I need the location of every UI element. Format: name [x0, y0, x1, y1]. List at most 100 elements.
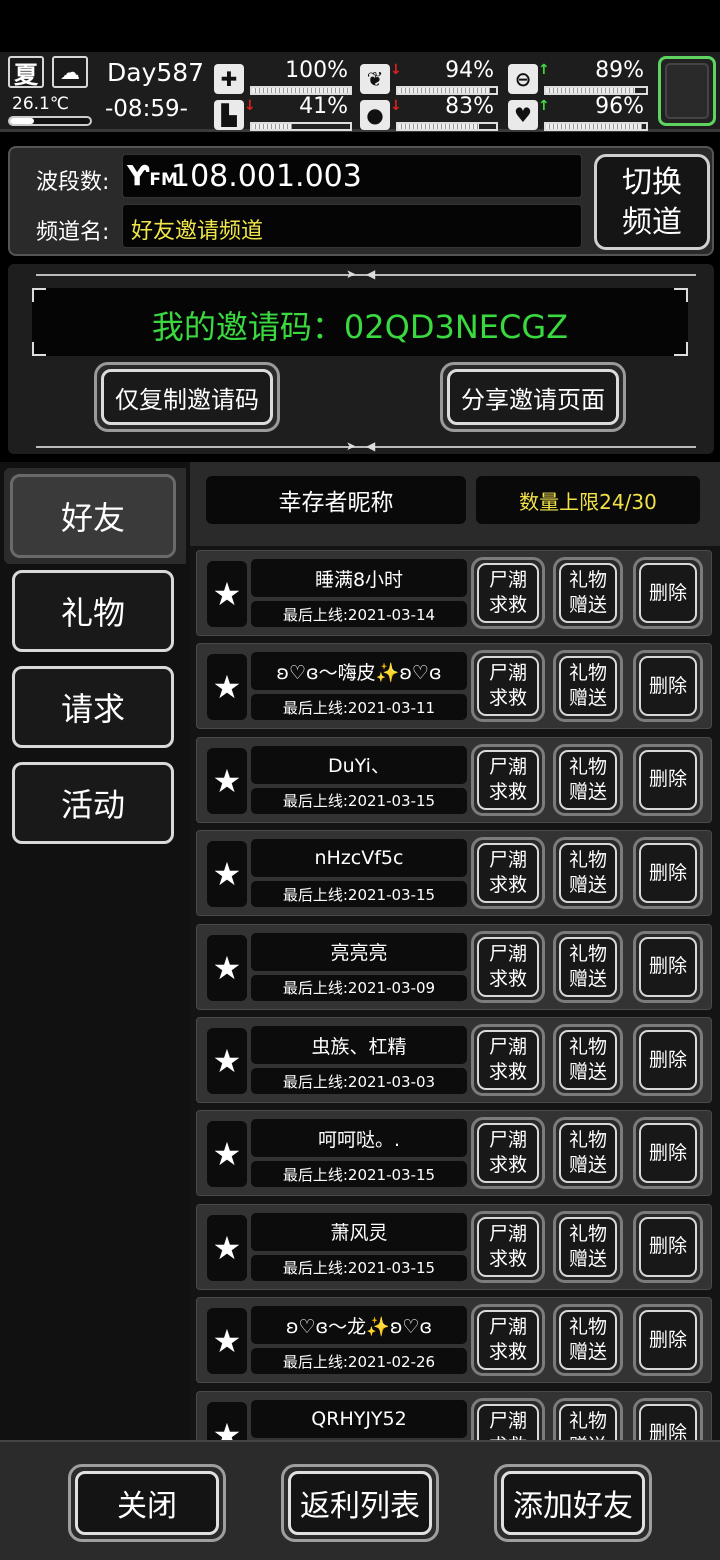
day-counter: Day587 [107, 58, 205, 87]
rebate-list-button[interactable]: 返利列表 [281, 1464, 439, 1542]
stat-bar [396, 122, 498, 131]
share-invite-page-button[interactable]: 分享邀请页面 [440, 362, 626, 432]
send-gift-button[interactable]: 礼物 赠送 [553, 1117, 623, 1190]
zombie-rescue-button[interactable]: 尸潮 求救 [471, 837, 545, 910]
send-gift-button[interactable]: 礼物 赠送 [553, 1397, 623, 1440]
stat-value: 100% [285, 58, 348, 83]
star-icon[interactable]: ★ [207, 1028, 247, 1094]
star-icon[interactable]: ★ [207, 1308, 247, 1375]
send-gift-button[interactable]: 礼物 赠送 [553, 557, 623, 629]
frequency-value: 108.001.003 [171, 159, 362, 194]
switch-channel-button[interactable]: 切换 频道 [594, 154, 710, 250]
zombie-rescue-button[interactable]: 尸潮 求救 [471, 1397, 545, 1440]
stat-value: 96% [595, 94, 644, 119]
friend-row: ★ 睡满8小时 最后上线:2021-03-14 尸潮 求救 礼物 赠送 删除 [196, 550, 712, 636]
friend-last-online: 最后上线:2021-03-03 [251, 1068, 467, 1094]
delete-friend-button[interactable]: 删除 [633, 1117, 703, 1190]
delete-friend-button[interactable]: 删除 [633, 1304, 703, 1377]
heart-icon: ♥ [508, 100, 538, 130]
zombie-rescue-button[interactable]: 尸潮 求救 [471, 557, 545, 629]
zombie-rescue-button[interactable]: 尸潮 求救 [471, 1024, 545, 1096]
star-icon[interactable]: ★ [207, 747, 247, 814]
copy-invite-code-button[interactable]: 仅复制邀请码 [94, 362, 280, 432]
delete-friend-button[interactable]: 删除 [633, 650, 703, 723]
stat-value: 41% [299, 94, 348, 119]
invite-code-box: 我的邀请码：02QD3NECGZ [32, 288, 688, 356]
trend-up-icon: ↑ [538, 98, 550, 114]
health-kit-icon: ✚ [214, 64, 244, 94]
add-friend-button[interactable]: 添加好友 [494, 1464, 652, 1542]
zombie-rescue-button[interactable]: 尸潮 求救 [471, 930, 545, 1003]
zombie-rescue-button[interactable]: 尸潮 求救 [471, 1304, 545, 1377]
star-icon[interactable]: ★ [207, 1401, 247, 1440]
friend-last-online: 最后上线:2021-02-26 [251, 1348, 467, 1375]
friend-last-online: 最后上线:2021-03-14 [251, 601, 467, 627]
friend-last-online: 最后上线:2021-03-15 [251, 881, 467, 908]
send-gift-button[interactable]: 礼物 赠送 [553, 650, 623, 723]
delete-friend-button[interactable]: 删除 [633, 837, 703, 910]
star-icon[interactable]: ★ [207, 841, 247, 908]
thermometer-bar [8, 116, 92, 126]
friend-last-online: 最后上线:2021-03-15 [251, 787, 467, 814]
send-gift-button[interactable]: 礼物 赠送 [553, 743, 623, 816]
divider: ➤◀ [36, 267, 696, 281]
capsule-icon: ⊖ [508, 64, 538, 94]
friend-row: ★ ʚ♡ɞ～龙✨ʚ♡ɞ 最后上线:2021-02-26 尸潮 求救 礼物 赠送 删除 [196, 1297, 712, 1384]
send-gift-button[interactable]: 礼物 赠送 [553, 1024, 623, 1096]
star-icon[interactable]: ★ [207, 561, 247, 627]
friend-row: ★ nHzcVf5c 最后上线:2021-03-15 尸潮 求救 礼物 赠送 删除 [196, 830, 712, 917]
friend-nickname: 呵呵哒。. [251, 1119, 467, 1158]
delete-friend-button[interactable]: 删除 [633, 1024, 703, 1096]
tab-gifts[interactable]: 礼物 [12, 570, 174, 652]
tab-requests[interactable]: 请求 [12, 666, 174, 748]
friend-row: ★ 呵呵哒。. 最后上线:2021-03-15 尸潮 求救 礼物 赠送 删除 [196, 1110, 712, 1197]
trend-down-icon: ↓ [390, 62, 402, 78]
friends-panel: 幸存者昵称 数量上限24/30 ★ 睡满8小时 最后上线:2021-03-14 尸潮 … [190, 462, 720, 1440]
equipment-slot[interactable] [658, 56, 716, 126]
friend-row: ★ DuYi、 最后上线:2021-03-15 尸潮 求救 礼物 赠送 删除 [196, 736, 712, 823]
frequency-box: ƳFM 108.001.003 [122, 154, 582, 198]
delete-friend-button[interactable]: 删除 [633, 930, 703, 1003]
send-gift-button[interactable]: 礼物 赠送 [553, 1210, 623, 1283]
water-drop-icon: ● [360, 100, 390, 130]
season-badge: 夏 [8, 56, 44, 89]
friends-list[interactable]: ★ 睡满8小时 最后上线:2021-03-14 尸潮 求救 礼物 赠送 删除 ★ ʚ♡ɞ～嗨皮… [190, 546, 720, 1440]
stat-bar [250, 122, 352, 131]
friend-last-online: 最后上线:2021-03-15 [251, 1254, 467, 1281]
send-gift-button[interactable]: 礼物 赠送 [553, 930, 623, 1003]
tab-friends[interactable]: 好友 [10, 474, 176, 558]
friend-row: ★ 亮亮亮最后上线:2021-03-09 尸潮 求救 礼物 赠送 删除 [196, 923, 712, 1010]
channel-label: 频道名: [36, 220, 110, 245]
friend-row: ★QRHYJY52尸潮 求救礼物 赠送删除 [196, 1390, 712, 1440]
friend-nickname: 亮亮亮 [251, 932, 467, 971]
temperature-text: 26.1℃ [12, 94, 69, 114]
nickname-column-header: 幸存者昵称 [206, 476, 466, 524]
category-tabs: 好友 礼物 请求 活动 [0, 462, 190, 1440]
send-gift-button[interactable]: 礼物 赠送 [553, 837, 623, 910]
invite-panel: ➤◀ 我的邀请码：02QD3NECGZ 仅复制邀请码 分享邀请页面 ➤◀ [8, 264, 714, 454]
tab-events[interactable]: 活动 [12, 762, 174, 844]
zombie-rescue-button[interactable]: 尸潮 求救 [471, 650, 545, 723]
friend-nickname: QRHYJY52 [251, 1399, 467, 1438]
friend-limit-counter: 数量上限24/30 [476, 476, 700, 524]
game-hud: 夏 ☁ 26.1℃ Day587 -08:59- ✚ 100% ❦ ↓ 94% ⊖ ↑ 89%… [0, 52, 720, 132]
delete-friend-button[interactable]: 删除 [633, 1210, 703, 1283]
zombie-rescue-button[interactable]: 尸潮 求救 [471, 1117, 545, 1190]
channel-name: 好友邀请频道 [131, 219, 264, 244]
delete-friend-button[interactable]: 删除 [633, 743, 703, 816]
delete-friend-button[interactable]: 删除 [633, 557, 703, 629]
radio-panel: 波段数: ƳFM 108.001.003 频道名: 好友邀请频道 切换 频道 [8, 146, 714, 256]
send-gift-button[interactable]: 礼物 赠送 [553, 1304, 623, 1377]
trend-down-icon: ↓ [244, 98, 256, 114]
zombie-rescue-button[interactable]: 尸潮 求救 [471, 1210, 545, 1283]
zombie-rescue-button[interactable]: 尸潮 求救 [471, 743, 545, 816]
stat-health-kit: ✚ 100% [214, 58, 352, 98]
friend-last-online: 最后上线:2021-03-09 [251, 974, 467, 1001]
delete-friend-button[interactable]: 删除 [633, 1397, 703, 1440]
star-icon[interactable]: ★ [207, 1214, 247, 1281]
star-icon[interactable]: ★ [207, 934, 247, 1001]
star-icon[interactable]: ★ [207, 654, 247, 721]
star-icon[interactable]: ★ [207, 1121, 247, 1188]
stat-heart: ♥ ↑ 96% [508, 94, 648, 134]
close-button[interactable]: 关闭 [68, 1464, 226, 1542]
